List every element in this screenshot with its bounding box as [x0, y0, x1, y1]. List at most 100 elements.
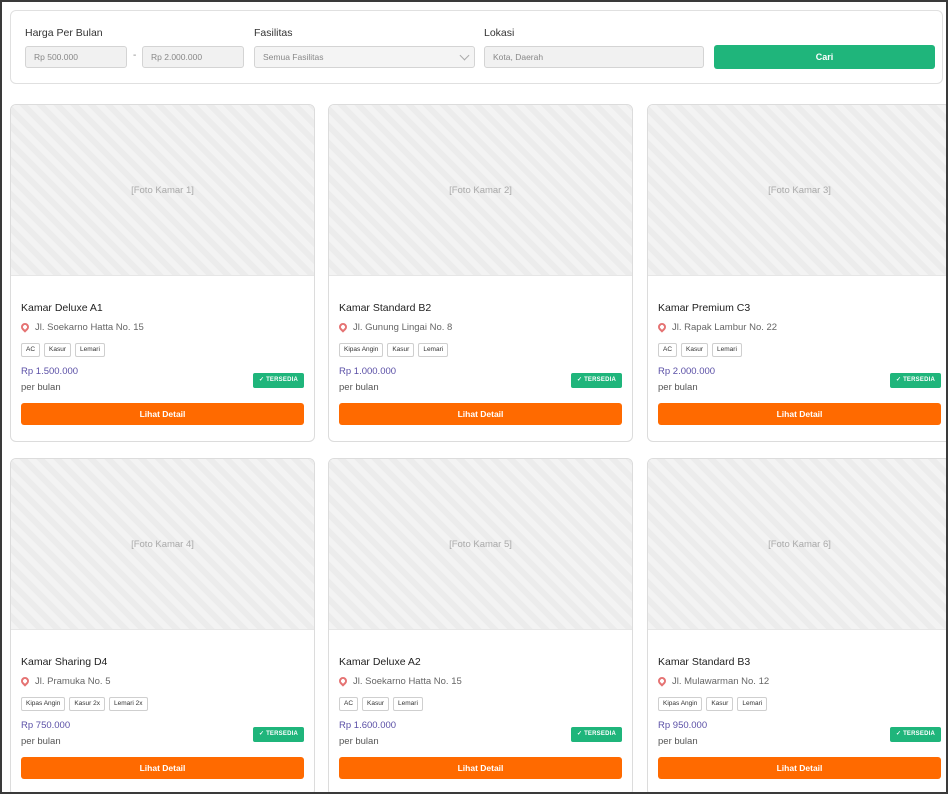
room-card: [Foto Kamar 2] Kamar Standard B2 Jl. Gun… [328, 104, 633, 442]
facility-tag: Lemari [75, 343, 105, 357]
room-location-text: Jl. Rapak Lambur No. 22 [672, 322, 778, 333]
room-title: Kamar Deluxe A1 [21, 302, 103, 314]
filter-bar: Harga Per Bulan Rp 500.000 - Rp 2.000.00… [10, 10, 943, 84]
price-separator: - [133, 50, 137, 61]
room-card: [Foto Kamar 3] Kamar Premium C3 Jl. Rapa… [647, 104, 946, 442]
room-facility-tags: Kipas Angin Kasur Lemari [339, 343, 449, 357]
location-pin-icon [656, 675, 668, 687]
availability-badge: ✓ TERSEDIA [252, 727, 304, 742]
room-photo-placeholder: [Foto Kamar 6] [648, 459, 946, 630]
location-pin-icon [19, 675, 31, 687]
room-price-period: per bulan [339, 736, 379, 747]
room-location: Jl. Mulawarman No. 12 [656, 675, 770, 687]
availability-badge: ✓ TERSEDIA [889, 373, 941, 388]
facility-filter-label: Fasilitas [254, 27, 293, 39]
location-pin-icon [337, 675, 349, 687]
room-facility-tags: AC Kasur Lemari [339, 697, 423, 711]
room-location-text: Jl. Pramuka No. 5 [35, 676, 111, 687]
room-photo-placeholder: [Foto Kamar 4] [11, 459, 314, 630]
view-detail-button[interactable]: Lihat Detail [339, 757, 622, 779]
room-location-text: Jl. Soekarno Hatta No. 15 [35, 322, 144, 333]
facility-select-value: Semua Fasilitas [263, 52, 324, 62]
room-location-text: Jl. Mulawarman No. 12 [672, 676, 770, 687]
price-min-input[interactable]: Rp 500.000 [25, 46, 127, 68]
availability-badge: ✓ TERSEDIA [252, 373, 304, 388]
room-photo-placeholder: [Foto Kamar 3] [648, 105, 946, 276]
room-price-period: per bulan [21, 382, 61, 393]
facility-tag: Kipas Angin [21, 697, 66, 711]
facility-tag: AC [21, 343, 41, 357]
room-location: Jl. Pramuka No. 5 [19, 675, 111, 687]
room-photo-label: [Foto Kamar 5] [449, 539, 512, 550]
room-title: Kamar Sharing D4 [21, 656, 108, 668]
availability-badge: ✓ TERSEDIA [889, 727, 941, 742]
room-title: Kamar Standard B3 [658, 656, 751, 668]
facility-tag: Kasur 2x [69, 697, 105, 711]
facility-select[interactable]: Semua Fasilitas [254, 46, 475, 68]
room-photo-placeholder: [Foto Kamar 1] [11, 105, 314, 276]
view-detail-button[interactable]: Lihat Detail [339, 403, 622, 425]
location-pin-icon [337, 321, 349, 333]
room-price-period: per bulan [21, 736, 61, 747]
room-title: Kamar Deluxe A2 [339, 656, 421, 668]
facility-tag: Kasur [706, 697, 734, 711]
room-location: Jl. Gunung Lingai No. 8 [337, 321, 453, 333]
room-facility-tags: AC Kasur Lemari [21, 343, 105, 357]
location-pin-icon [19, 321, 31, 333]
price-max-input[interactable]: Rp 2.000.000 [142, 46, 244, 68]
search-button[interactable]: Cari [714, 45, 935, 69]
room-photo-label: [Foto Kamar 2] [449, 185, 512, 196]
room-photo-placeholder: [Foto Kamar 2] [329, 105, 632, 276]
room-facility-tags: Kipas Angin Kasur 2x Lemari 2x [21, 697, 148, 711]
availability-badge: ✓ TERSEDIA [570, 727, 622, 742]
room-photo-label: [Foto Kamar 4] [131, 539, 194, 550]
facility-tag: AC [339, 697, 359, 711]
facility-tag: Lemari [737, 697, 768, 711]
room-price-period: per bulan [658, 736, 698, 747]
facility-tag: Lemari [393, 697, 423, 711]
facility-tag: Kipas Angin [658, 697, 703, 711]
view-detail-button[interactable]: Lihat Detail [21, 403, 304, 425]
room-price-period: per bulan [658, 382, 698, 393]
facility-tag: Lemari [418, 343, 449, 357]
facility-tag: Kasur [362, 697, 390, 711]
room-title: Kamar Premium C3 [658, 302, 751, 314]
chevron-down-icon [459, 50, 470, 61]
room-location: Jl. Soekarno Hatta No. 15 [19, 321, 144, 333]
room-price: Rp 2.000.000 [658, 366, 716, 377]
room-card: [Foto Kamar 4] Kamar Sharing D4 Jl. Pram… [10, 458, 315, 792]
room-price: Rp 1.000.000 [339, 366, 397, 377]
location-input[interactable]: Kota, Daerah [484, 46, 704, 68]
room-title: Kamar Standard B2 [339, 302, 432, 314]
availability-badge: ✓ TERSEDIA [570, 373, 622, 388]
room-photo-label: [Foto Kamar 1] [131, 185, 194, 196]
view-detail-button[interactable]: Lihat Detail [658, 403, 941, 425]
view-detail-button[interactable]: Lihat Detail [658, 757, 941, 779]
facility-tag: Kipas Angin [339, 343, 384, 357]
room-price: Rp 950.000 [658, 720, 708, 731]
room-card: [Foto Kamar 6] Kamar Standard B3 Jl. Mul… [647, 458, 946, 792]
room-photo-label: [Foto Kamar 6] [768, 539, 831, 550]
room-card: [Foto Kamar 1] Kamar Deluxe A1 Jl. Soeka… [10, 104, 315, 442]
facility-tag: Kasur [387, 343, 415, 357]
page-frame: Harga Per Bulan Rp 500.000 - Rp 2.000.00… [0, 0, 948, 794]
room-facility-tags: Kipas Angin Kasur Lemari [658, 697, 768, 711]
price-filter-label: Harga Per Bulan [25, 27, 103, 39]
room-location: Jl. Rapak Lambur No. 22 [656, 321, 778, 333]
room-facility-tags: AC Kasur Lemari [658, 343, 742, 357]
room-card: [Foto Kamar 5] Kamar Deluxe A2 Jl. Soeka… [328, 458, 633, 792]
room-price: Rp 1.500.000 [21, 366, 79, 377]
room-photo-placeholder: [Foto Kamar 5] [329, 459, 632, 630]
facility-tag: AC [658, 343, 678, 357]
room-location-text: Jl. Gunung Lingai No. 8 [353, 322, 453, 333]
facility-tag: Kasur [681, 343, 709, 357]
facility-tag: Lemari [712, 343, 742, 357]
view-detail-button[interactable]: Lihat Detail [21, 757, 304, 779]
location-pin-icon [656, 321, 668, 333]
facility-tag: Lemari 2x [109, 697, 148, 711]
room-price-period: per bulan [339, 382, 379, 393]
location-filter-label: Lokasi [484, 27, 515, 39]
facility-tag: Kasur [44, 343, 72, 357]
room-location: Jl. Soekarno Hatta No. 15 [337, 675, 462, 687]
room-photo-label: [Foto Kamar 3] [768, 185, 831, 196]
